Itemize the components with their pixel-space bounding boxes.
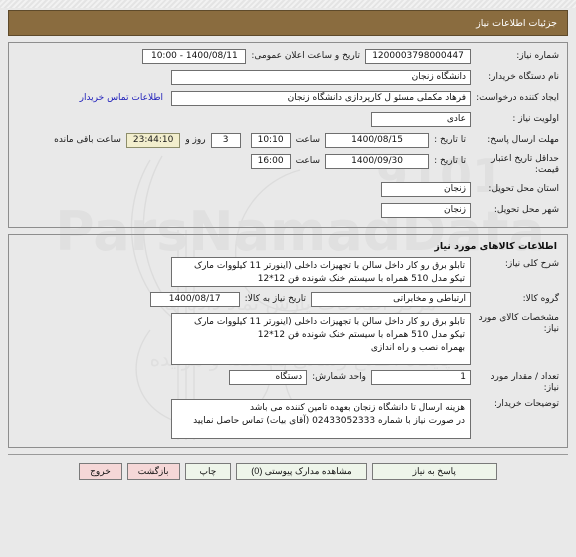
deadline-label: مهلت ارسال پاسخ: xyxy=(471,133,559,146)
quantity-field: 1 xyxy=(371,369,471,385)
city-field: زنجان xyxy=(381,202,471,218)
public-announce-field: 1400/08/11 - 10:00 xyxy=(142,49,247,64)
price-validity-hour-label: ساعت xyxy=(295,156,321,166)
row-deadline: مهلت ارسال پاسخ: تا تاریخ : 1400/08/15 س… xyxy=(17,133,559,149)
need-date-label: تاریخ نیاز به کالا: xyxy=(244,293,306,304)
remaining-days-field: 3 xyxy=(210,133,241,148)
province-field: زنجان xyxy=(381,181,471,197)
deadline-until-label: تا تاریخ : xyxy=(434,135,466,145)
remaining-suffix-label: ساعت باقی مانده xyxy=(54,135,121,145)
goods-info-panel: اطلاعات کالاهای مورد نیاز شرح کلی نیاز: … xyxy=(8,233,568,448)
price-validity-until-label: تا تاریخ : xyxy=(434,156,466,166)
general-desc-field: تابلو برق رو کار داخل سالن با تجهیزات دا… xyxy=(171,256,471,287)
unit-label: واحد شمارش: xyxy=(312,371,366,382)
remaining-countdown-timer: 23:44:10 xyxy=(125,133,181,148)
buyer-notes-field: هزینه ارسال تا دانشگاه زنجان بعهده تامین… xyxy=(171,399,471,439)
need-number-field: 1200003798000447 xyxy=(365,49,471,64)
unit-field: دستگاه xyxy=(229,369,308,385)
page-root: جزئیات اطلاعات نیاز شماره نیاز: 12000037… xyxy=(0,0,576,480)
specs-field: تابلو برق رو کار داخل سالن با تجهیزات دا… xyxy=(171,312,471,365)
deadline-time-field: 10:10 xyxy=(250,133,291,148)
row-goods-group: گروه کالا: ارتباطی و مخابراتی تاریخ نیاز… xyxy=(17,291,559,308)
price-validity-date-field: 1400/09/30 xyxy=(325,154,430,169)
row-buyer-org: نام دستگاه خریدار: دانشگاه زنجان xyxy=(17,70,559,86)
deadline-date-field: 1400/08/15 xyxy=(325,133,430,148)
need-date-field: 1400/08/17 xyxy=(149,291,240,307)
goods-section-title: اطلاعات کالاهای مورد نیاز xyxy=(434,240,557,252)
row-quantity: تعداد / مقدار مورد نیاز: 1 واحد شمارش: د… xyxy=(17,369,559,395)
page-header: جزئیات اطلاعات نیاز xyxy=(8,10,568,36)
print-button[interactable]: چاپ xyxy=(184,463,232,480)
price-validity-label: حداقل تاریخ اعتبار قیمت: xyxy=(491,154,559,176)
exit-button[interactable]: خروج xyxy=(79,463,122,480)
buyer-org-label: نام دستگاه خریدار: xyxy=(488,72,559,82)
back-button[interactable]: بازگشت xyxy=(126,463,180,480)
row-buyer-notes: توضیحات خریدار: هزینه ارسال تا دانشگاه ز… xyxy=(17,399,559,439)
public-announce-label: تاریخ و ساعت اعلان عمومی: xyxy=(251,51,360,61)
priority-label: اولویت نیاز : xyxy=(512,114,559,124)
row-general-desc: شرح کلی نیاز: تابلو برق رو کار داخل سالن… xyxy=(17,256,559,287)
view-attachments-button[interactable]: مشاهده مدارک پیوستی (0) xyxy=(236,463,367,480)
request-info-panel: شماره نیاز: 1200003798000447 تاریخ و ساع… xyxy=(8,42,568,228)
priority-field: عادی xyxy=(371,112,471,127)
row-creator: ایجاد کننده درخواست: فرهاد مکملی مسئو ل … xyxy=(17,91,559,107)
buyer-notes-label: توضیحات خریدار: xyxy=(493,399,559,409)
general-desc-label: شرح کلی نیاز: xyxy=(504,258,559,269)
row-city: شهر محل تحویل: زنجان xyxy=(17,202,559,219)
price-validity-time-field: 16:00 xyxy=(250,154,291,169)
need-number-label: شماره نیاز: xyxy=(516,51,559,61)
row-need-number: شماره نیاز: 1200003798000447 تاریخ و ساع… xyxy=(17,49,559,65)
deadline-hour-label: ساعت xyxy=(295,135,321,145)
row-specs: مشخصات کالای مورد نیاز: تابلو برق رو کار… xyxy=(17,312,559,365)
buyer-org-field: دانشگاه زنجان xyxy=(171,70,471,85)
city-label: شهر محل تحویل: xyxy=(493,204,559,215)
quantity-label: تعداد / مقدار مورد نیاز: xyxy=(490,371,559,393)
page-title: جزئیات اطلاعات نیاز xyxy=(476,17,557,29)
goods-group-field: ارتباطی و مخابراتی xyxy=(311,291,471,307)
creator-label: ایجاد کننده درخواست: xyxy=(476,93,559,103)
row-price-validity: حداقل تاریخ اعتبار قیمت: تا تاریخ : 1400… xyxy=(17,154,559,177)
action-button-bar: پاسخ به نیاز مشاهده مدارک پیوستی (0) چاپ… xyxy=(8,455,568,480)
remaining-days-label: روز و xyxy=(185,135,206,145)
goods-group-label: گروه کالا: xyxy=(522,293,559,304)
row-priority: اولویت نیاز : عادی xyxy=(17,112,559,128)
creator-field: فرهاد مکملی مسئو ل کارپردازی دانشگاه زنج… xyxy=(171,91,471,106)
specs-label: مشخصات کالای مورد نیاز: xyxy=(478,312,559,334)
respond-to-need-button[interactable]: پاسخ به نیاز xyxy=(371,463,497,480)
province-label: استان محل تحویل: xyxy=(488,183,559,194)
deadline-label-text: مهلت ارسال پاسخ: xyxy=(487,135,559,145)
row-province: استان محل تحویل: زنجان xyxy=(17,181,559,198)
buyer-contact-link[interactable]: اطلاعات تماس خریدار xyxy=(78,91,171,103)
